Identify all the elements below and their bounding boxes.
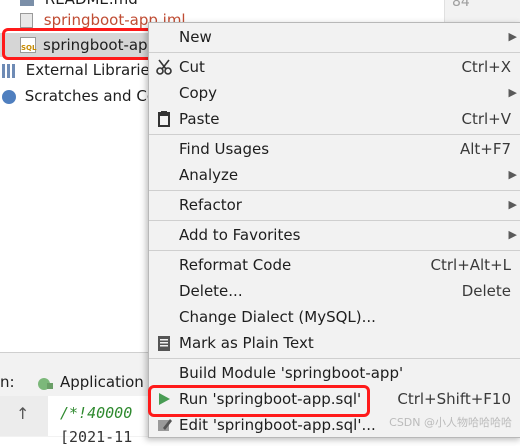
- md-file-icon: [20, 0, 34, 6]
- run-label: n:: [0, 373, 15, 391]
- menu-separator: [149, 358, 520, 359]
- libraries-icon: [2, 63, 18, 78]
- console-line-1: /*!40000: [60, 404, 133, 422]
- menu-item-cut[interactable]: Cut Ctrl+X: [149, 54, 520, 80]
- scissors-icon: [155, 58, 173, 76]
- submenu-arrow-icon: ▶: [508, 86, 517, 99]
- menu-item-copy[interactable]: Copy ▶: [149, 80, 520, 106]
- plain-text-icon: [155, 334, 173, 352]
- menu-item-paste[interactable]: Paste Ctrl+V: [149, 106, 520, 132]
- console-line-2: [2021-11: [60, 428, 133, 446]
- highlight-run-item: [148, 385, 370, 417]
- highlight-selected-file: [2, 28, 158, 60]
- iml-file-icon: [20, 13, 33, 28]
- menu-item-change-dialect[interactable]: Change Dialect (MySQL)...: [149, 304, 520, 330]
- menu-separator: [149, 250, 520, 251]
- run-toolbar-strip: ↑: [0, 396, 49, 436]
- scratches-icon: [2, 89, 16, 104]
- arrow-up-icon[interactable]: ↑: [16, 404, 29, 423]
- menu-item-mark-plain-text[interactable]: Mark as Plain Text: [149, 330, 520, 356]
- tree-item-external-libraries[interactable]: External Libraries: [2, 58, 158, 82]
- tree-item-scratches[interactable]: Scratches and Cor: [2, 84, 162, 108]
- submenu-arrow-icon: ▶: [508, 198, 517, 211]
- edit-config-icon: [155, 416, 173, 434]
- menu-item-reformat-code[interactable]: Reformat Code Ctrl+Alt+L: [149, 252, 520, 278]
- menu-item-find-usages[interactable]: Find Usages Alt+F7: [149, 136, 520, 162]
- menu-separator: [149, 220, 520, 221]
- menu-item-new[interactable]: New ▶: [149, 24, 520, 50]
- application-tab[interactable]: Application: [60, 373, 144, 391]
- watermark: CSDN @小人物哈哈哈哈: [389, 416, 512, 429]
- line-number: 84: [452, 0, 470, 10]
- menu-item-refactor[interactable]: Refactor ▶: [149, 192, 520, 218]
- menu-item-analyze[interactable]: Analyze ▶: [149, 162, 520, 188]
- application-icon: [36, 375, 54, 391]
- submenu-arrow-icon: ▶: [508, 30, 517, 43]
- menu-item-delete[interactable]: Delete... Delete: [149, 278, 520, 304]
- submenu-arrow-icon: ▶: [508, 228, 517, 241]
- menu-separator: [149, 52, 520, 53]
- menu-separator: [149, 190, 520, 191]
- menu-item-build-module[interactable]: Build Module 'springboot-app': [149, 360, 520, 386]
- context-menu: New ▶ Cut Ctrl+X Copy ▶ Paste Ctrl+V Fin…: [148, 22, 520, 438]
- clipboard-icon: [155, 110, 173, 128]
- submenu-arrow-icon: ▶: [508, 168, 517, 181]
- menu-separator: [149, 134, 520, 135]
- menu-item-add-to-favorites[interactable]: Add to Favorites ▶: [149, 222, 520, 248]
